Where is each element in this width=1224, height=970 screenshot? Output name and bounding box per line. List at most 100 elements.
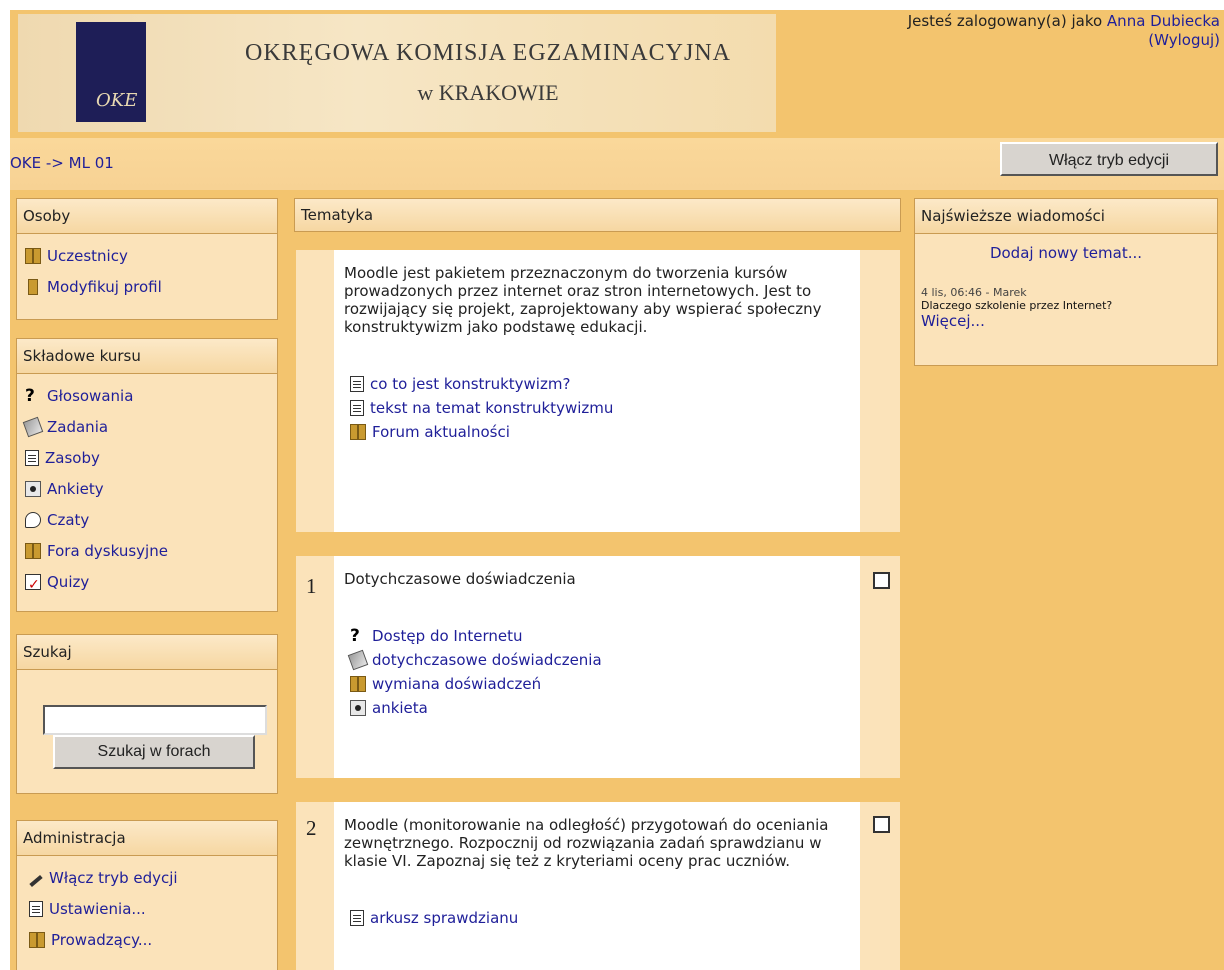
people-icon xyxy=(350,424,366,440)
intro-section: Moodle jest pakietem przeznaczonym do tw… xyxy=(296,250,900,532)
people-block: Osoby Uczestnicy Modyfikuj profil xyxy=(16,198,278,320)
activity-link[interactable]: tekst na temat konstruktywizmu xyxy=(370,396,613,420)
header-banner: OKE OKRĘGOWA KOMISJA EGZAMINACYJNA w KRA… xyxy=(18,14,776,132)
admin-edit-mode-link[interactable]: Włącz tryb edycji xyxy=(49,865,178,891)
section-number: 1 xyxy=(306,574,317,598)
assignment-icon xyxy=(22,416,44,437)
section-summary: Moodle (monitorowanie na odległość) przy… xyxy=(344,816,829,870)
course-item-assignments[interactable]: Zadania xyxy=(22,411,277,442)
people-edit-profile-item[interactable]: Modyfikuj profil xyxy=(25,271,277,302)
radio-icon xyxy=(350,700,366,716)
course-item-surveys[interactable]: Ankiety xyxy=(25,473,277,504)
people-icon xyxy=(25,247,41,264)
navbar: OKE -> ML 01 Włącz tryb edycji xyxy=(10,138,1224,190)
search-block-title: Szukaj xyxy=(17,635,277,670)
document-icon xyxy=(25,449,39,466)
person-icon xyxy=(28,278,38,295)
document-icon xyxy=(350,910,364,926)
login-info: Jesteś zalogowany(a) jako Anna Dubiecka … xyxy=(800,12,1220,50)
course-item-forums[interactable]: Fora dyskusyjne xyxy=(25,535,277,566)
admin-teachers-link[interactable]: Prowadzący... xyxy=(51,927,152,953)
admin-item-settings[interactable]: Ustawienia... xyxy=(29,893,277,924)
course-item-resources[interactable]: Zasoby xyxy=(25,442,277,473)
course-section-2: 2 Moodle (monitorowanie na odległość) pr… xyxy=(296,802,900,970)
course-item-chats[interactable]: Czaty xyxy=(25,504,277,535)
news-more-link[interactable]: Więcej... xyxy=(921,312,985,330)
activity-item[interactable]: co to jest konstruktywizm? xyxy=(334,372,860,396)
activity-item[interactable]: ? Dostęp do Internetu xyxy=(334,624,860,648)
news-block: Najświeższe wiadomości Dodaj nowy temat.… xyxy=(914,198,1218,366)
search-input[interactable] xyxy=(43,705,267,735)
section-summary: Dotychczasowe doświadczenia xyxy=(344,570,576,588)
activity-item[interactable]: ankieta xyxy=(334,696,860,720)
oke-logo[interactable]: OKE xyxy=(76,22,146,122)
quizzes-link[interactable]: Quizy xyxy=(47,569,89,595)
settings-icon xyxy=(29,900,43,917)
edit-profile-link[interactable]: Modyfikuj profil xyxy=(47,274,162,300)
login-prefix: Jesteś zalogowany(a) jako xyxy=(907,12,1107,30)
people-icon xyxy=(25,542,41,559)
resources-link[interactable]: Zasoby xyxy=(45,445,100,471)
people-block-title: Osoby xyxy=(17,199,277,234)
admin-item-edit-mode[interactable]: Włącz tryb edycji xyxy=(29,862,277,893)
activity-link[interactable]: co to jest konstruktywizm? xyxy=(370,372,570,396)
section-number: 2 xyxy=(306,816,317,840)
admin-block: Administracja Włącz tryb edycji Ustawien… xyxy=(16,820,278,970)
logout-link[interactable]: (Wyloguj) xyxy=(1148,31,1220,49)
user-name-link[interactable]: Anna Dubiecka xyxy=(1107,12,1220,30)
pen-icon xyxy=(29,874,43,887)
activity-link[interactable]: arkusz sprawdzianu xyxy=(370,906,518,930)
activity-item[interactable]: wymiana doświadczeń xyxy=(334,672,860,696)
activity-item[interactable]: tekst na temat konstruktywizmu xyxy=(334,396,860,420)
polls-link[interactable]: Głosowania xyxy=(47,383,133,409)
surveys-link[interactable]: Ankiety xyxy=(47,476,104,502)
document-icon xyxy=(350,376,364,392)
chat-icon xyxy=(25,511,41,528)
news-post-title: Dlaczego szkolenie przez Internet? xyxy=(921,299,1113,312)
intro-text: Moodle jest pakietem przeznaczonym do tw… xyxy=(344,264,822,336)
course-block-title: Składowe kursu xyxy=(17,339,277,374)
admin-block-title: Administracja xyxy=(17,821,277,856)
section-1-content: Dotychczasowe doświadczenia ? Dostęp do … xyxy=(334,556,860,778)
activity-item[interactable]: arkusz sprawdzianu xyxy=(334,906,860,930)
site-subtitle: w KRAKOWIE xyxy=(417,80,559,105)
question-icon: ? xyxy=(350,626,360,646)
course-item-quizzes[interactable]: Quizy xyxy=(25,566,277,598)
assignments-link[interactable]: Zadania xyxy=(47,414,108,440)
admin-settings-link[interactable]: Ustawienia... xyxy=(49,896,146,922)
course-section-1: 1 Dotychczasowe doświadczenia ? Dostęp d… xyxy=(296,556,900,778)
activity-link[interactable]: dotychczasowe doświadczenia xyxy=(372,648,602,672)
section-highlight-checkbox[interactable] xyxy=(873,572,890,589)
assignment-icon xyxy=(347,649,369,671)
activity-link[interactable]: Forum aktualności xyxy=(372,420,510,444)
document-icon xyxy=(350,400,364,416)
chats-link[interactable]: Czaty xyxy=(47,507,89,533)
course-block: Składowe kursu ? Głosowania Zadania Zaso… xyxy=(16,338,278,612)
activity-link[interactable]: wymiana doświadczeń xyxy=(372,672,541,696)
activity-item[interactable]: dotychczasowe doświadczenia xyxy=(334,648,860,672)
section-2-content: Moodle (monitorowanie na odległość) przy… xyxy=(334,802,860,970)
admin-item-teachers[interactable]: Prowadzący... xyxy=(29,924,277,955)
course-item-polls[interactable]: ? Głosowania xyxy=(25,380,277,411)
activity-item[interactable]: Forum aktualności xyxy=(334,420,860,444)
site-title: OKRĘGOWA KOMISJA EGZAMINACYJNA xyxy=(244,40,731,66)
activity-link[interactable]: ankieta xyxy=(372,696,428,720)
question-icon: ? xyxy=(25,385,35,406)
search-forums-button[interactable]: Szukaj w forach xyxy=(53,735,255,769)
news-post-meta: 4 lis, 06:46 - Marek xyxy=(921,286,1027,299)
page: OKE OKRĘGOWA KOMISJA EGZAMINACYJNA w KRA… xyxy=(10,10,1224,970)
people-icon xyxy=(29,931,45,948)
edit-mode-button[interactable]: Włącz tryb edycji xyxy=(1000,142,1218,176)
add-topic-link[interactable]: Dodaj nowy temat... xyxy=(990,244,1142,262)
news-block-title: Najświeższe wiadomości xyxy=(915,199,1217,234)
breadcrumb[interactable]: OKE -> ML 01 xyxy=(10,154,114,172)
topic-header: Tematyka xyxy=(294,198,901,232)
search-block: Szukaj Szukaj w forach xyxy=(16,634,278,794)
participants-link[interactable]: Uczestnicy xyxy=(47,243,128,269)
activity-link[interactable]: Dostęp do Internetu xyxy=(372,624,522,648)
forums-link[interactable]: Fora dyskusyjne xyxy=(47,538,168,564)
people-participants-item[interactable]: Uczestnicy xyxy=(25,240,277,271)
quiz-icon xyxy=(25,572,41,598)
radio-icon xyxy=(25,480,41,497)
section-highlight-checkbox[interactable] xyxy=(873,816,890,833)
